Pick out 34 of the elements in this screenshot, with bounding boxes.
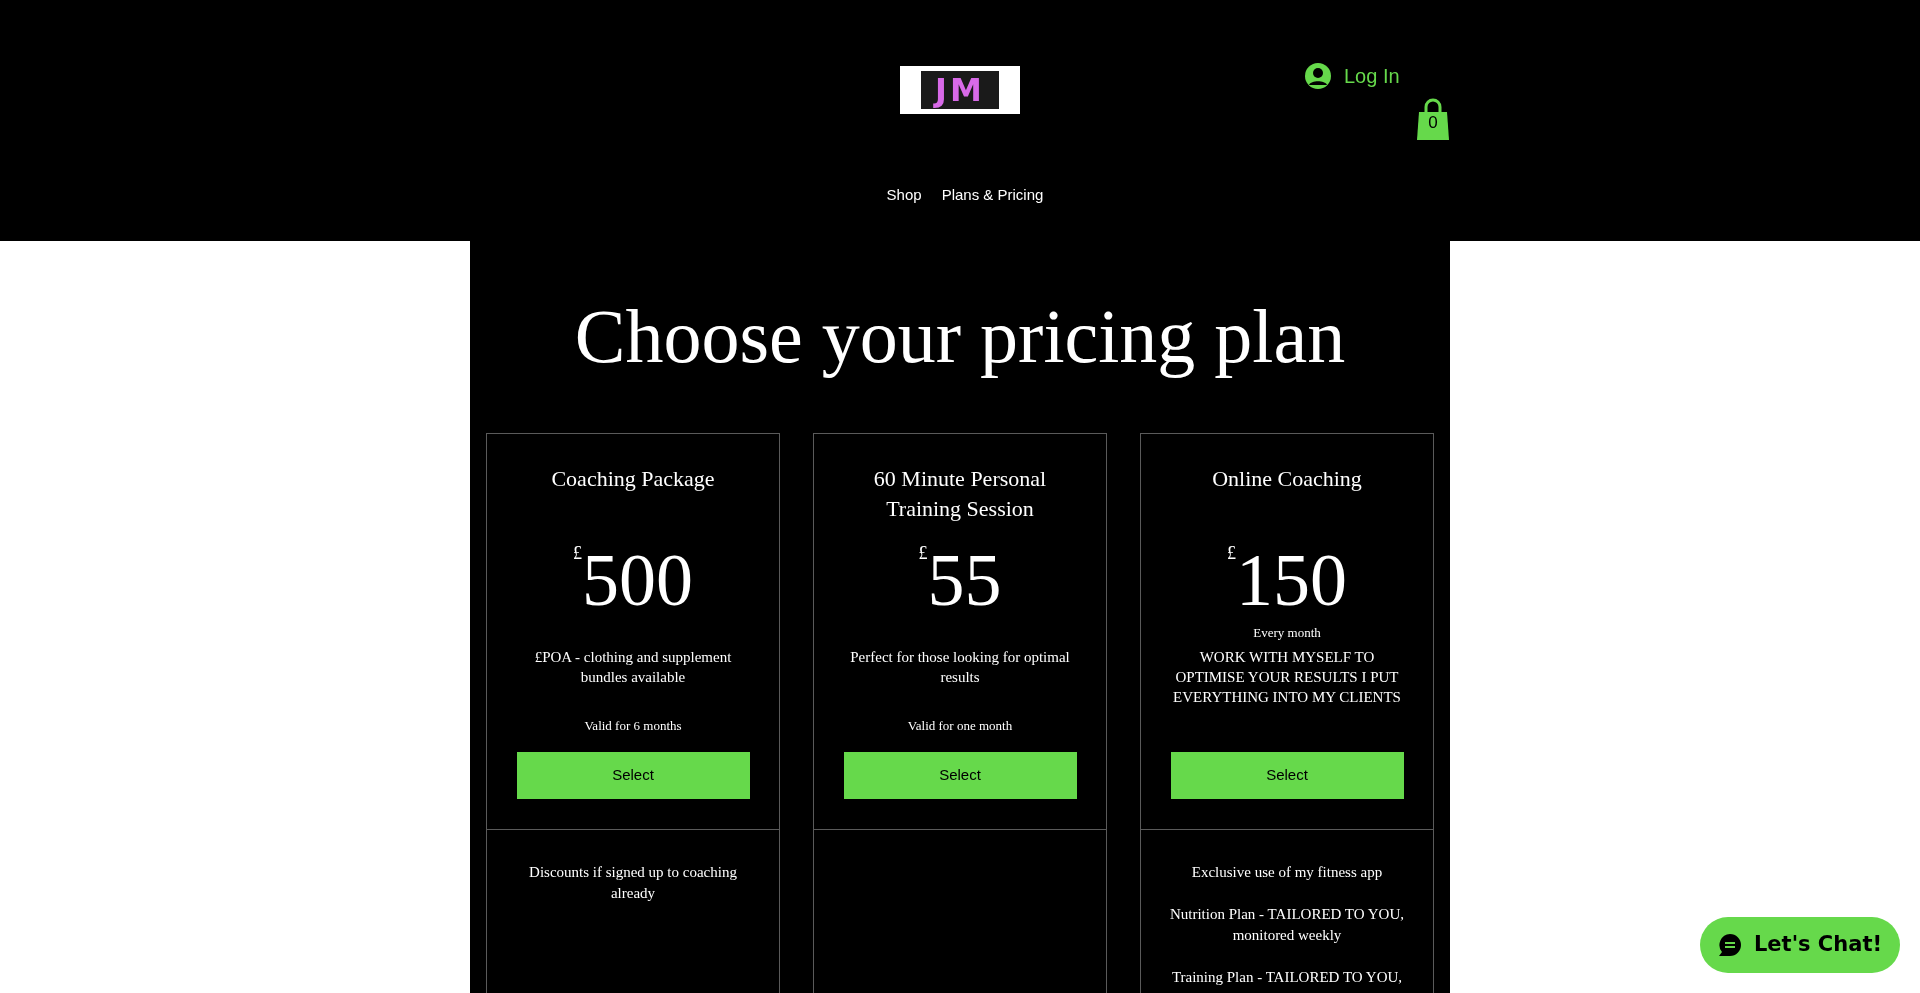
logo[interactable]: JM	[900, 66, 1020, 114]
nav-link[interactable]: Plans & Pricing	[941, 184, 1044, 207]
select-button[interactable]: Select	[516, 752, 750, 799]
plan-feature: Discounts if signed up to coaching already	[528, 863, 738, 903]
plan-description: Perfect for those looking for optimal results	[849, 648, 1071, 687]
chat-bubble-icon	[1717, 933, 1742, 957]
plan-price: 150	[1236, 538, 1347, 622]
plan-description: WORK WITH MYSELF TO OPTIMISE YOUR RESULTS I PUT EVERYTHING INTO MY CLIENTS	[1172, 648, 1402, 707]
user-avatar-icon	[1304, 62, 1332, 90]
logo-text: JM	[920, 71, 1000, 109]
shopping-bag-icon	[1416, 98, 1450, 140]
select-button[interactable]: Select	[843, 752, 1077, 799]
billing-period: Every month	[1253, 624, 1321, 643]
plan-description: £POA - clothing and supplement bundles available	[533, 648, 733, 687]
cart-button[interactable]: 0	[1416, 98, 1450, 140]
plan-feature: Exclusive use of my fitness app	[1190, 863, 1384, 882]
select-button[interactable]: Select	[1170, 752, 1404, 799]
plan-name: 60 Minute Personal Training Session	[872, 465, 1048, 523]
plan-validity: Valid for 6 months	[584, 717, 682, 736]
plan-name: Online Coaching	[1212, 465, 1362, 493]
plan-feature: Nutrition Plan - TAILORED TO YOU, monitored weekly	[1168, 905, 1406, 945]
page-title: Choose your pricing plan	[573, 293, 1347, 380]
cart-count: 0	[1428, 111, 1438, 134]
currency-symbol: £	[1227, 542, 1236, 565]
plan-price: 55	[927, 538, 1002, 622]
plan-validity: Valid for one month	[907, 717, 1013, 736]
nav-link[interactable]: Shop	[886, 184, 922, 207]
plan-price: 500	[582, 538, 693, 622]
login-button[interactable]: Log In	[1304, 61, 1400, 91]
chat-button[interactable]: Let's Chat!	[1700, 917, 1900, 973]
plan-name: Coaching Package	[551, 465, 715, 493]
currency-symbol: £	[918, 542, 928, 565]
plan-feature: Training Plan - TAILORED TO YOU,	[1170, 968, 1404, 987]
currency-symbol: £	[573, 542, 582, 563]
